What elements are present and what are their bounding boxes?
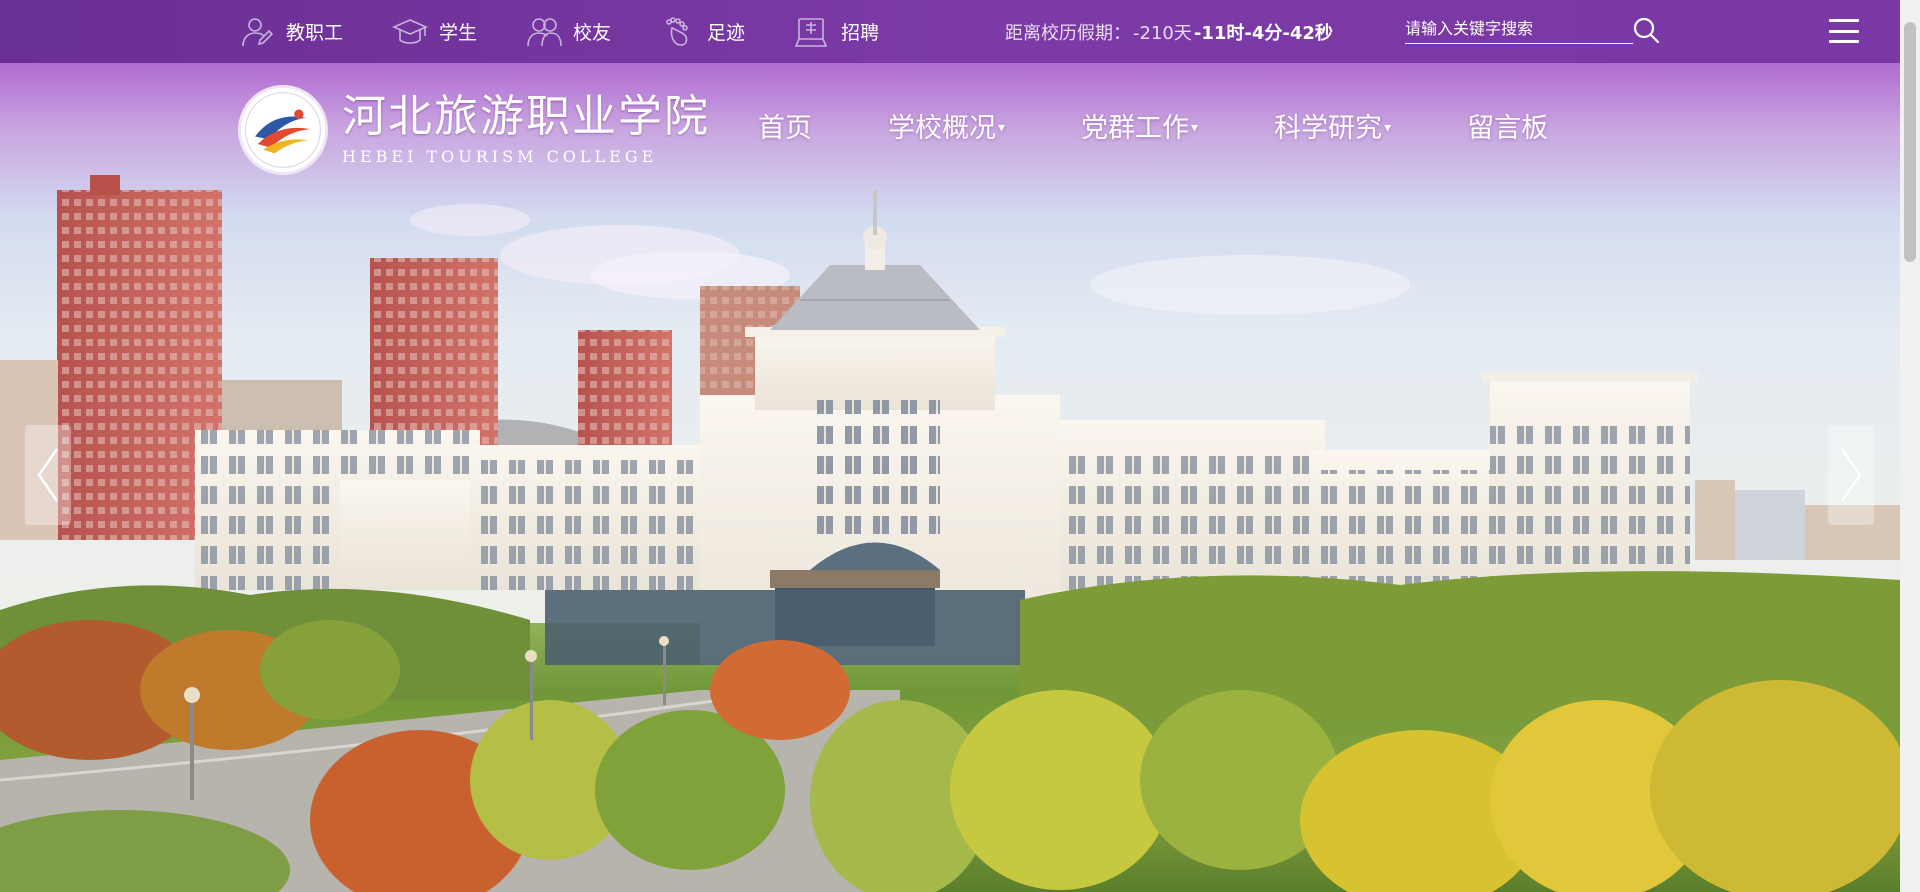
chevron-down-icon: ▾: [998, 119, 1006, 136]
college-name: 河北旅游职业学院: [342, 90, 710, 142]
holiday-countdown: 距离校历假期： -210天 -11时 -4分 -42秒: [1005, 0, 1333, 63]
menu-bar: [1829, 19, 1859, 22]
countdown-minutes: -4分: [1244, 22, 1283, 44]
chevron-right-icon: [1840, 448, 1862, 502]
scrollbar-thumb[interactable]: [1904, 22, 1916, 262]
quick-link-staff[interactable]: 教职工: [238, 15, 343, 49]
quick-link-label: 足迹: [707, 22, 746, 44]
footprint-icon: [659, 15, 697, 49]
nav-item-label: 科学研究: [1274, 113, 1383, 144]
campus-photo: [0, 63, 1900, 892]
college-name-en: HEBEI TOURISM COLLEGE: [342, 146, 658, 166]
search-input[interactable]: [1405, 14, 1605, 43]
hero-banner: [0, 63, 1900, 892]
nav-item-party-work[interactable]: 党群工作 ▾: [1081, 106, 1198, 145]
college-logo[interactable]: 河北旅游职业学院 HEBEI TOURISM COLLEGE: [238, 85, 710, 175]
countdown-hours: -11时: [1193, 22, 1245, 44]
nav-item-label: 留言板: [1467, 113, 1549, 144]
alumni-icon: [525, 15, 563, 49]
nav-item-home[interactable]: 首页: [758, 106, 812, 145]
search-box: [1405, 14, 1633, 44]
chevron-down-icon: ▾: [1191, 119, 1199, 136]
menu-bar: [1829, 40, 1859, 43]
hamburger-menu-icon[interactable]: [1829, 16, 1861, 46]
countdown-prefix: 距离校历假期：: [1005, 22, 1131, 44]
quick-link-label: 教职工: [286, 22, 344, 44]
top-utility-bar: 教职工 学生 校友 足迹 招聘 距离校历假期： -210天 -11时 -4分 -…: [0, 0, 1900, 63]
quick-link-alumni[interactable]: 校友: [525, 15, 611, 49]
page-scrollbar[interactable]: [1900, 0, 1920, 892]
nav-item-label: 学校概况: [888, 113, 996, 144]
quick-links: 教职工 学生 校友 足迹 招聘: [238, 0, 927, 63]
college-emblem-icon: [238, 85, 328, 175]
recruitment-icon: [793, 15, 831, 49]
carousel-next-button[interactable]: [1828, 425, 1874, 525]
carousel-prev-button[interactable]: [25, 425, 71, 525]
nav-item-label: 党群工作: [1081, 113, 1190, 144]
quick-link-footprint[interactable]: 足迹: [659, 15, 745, 49]
graduation-cap-icon: [391, 15, 429, 49]
nav-item-research[interactable]: 科学研究 ▾: [1274, 106, 1391, 145]
chevron-down-icon: ▾: [1384, 119, 1392, 136]
countdown-seconds: -42秒: [1282, 22, 1333, 44]
menu-bar: [1829, 29, 1859, 33]
main-nav: 首页 学校概况 ▾ 党群工作 ▾ 科学研究 ▾ 留言板: [758, 106, 1548, 145]
quick-link-label: 校友: [573, 22, 612, 44]
chevron-left-icon: [37, 448, 59, 502]
college-name-block: 河北旅游职业学院 HEBEI TOURISM COLLEGE: [342, 90, 710, 166]
nav-item-school-overview[interactable]: 学校概况 ▾: [888, 106, 1005, 145]
quick-link-label: 招聘: [841, 22, 880, 44]
search-icon[interactable]: [1630, 14, 1662, 46]
countdown-days: -210天: [1133, 22, 1192, 44]
nav-item-message-board[interactable]: 留言板: [1467, 106, 1548, 145]
staff-icon: [238, 15, 276, 49]
nav-item-label: 首页: [758, 113, 812, 144]
quick-link-recruitment[interactable]: 招聘: [793, 15, 879, 49]
quick-link-students[interactable]: 学生: [391, 15, 477, 49]
quick-link-label: 学生: [439, 22, 478, 44]
